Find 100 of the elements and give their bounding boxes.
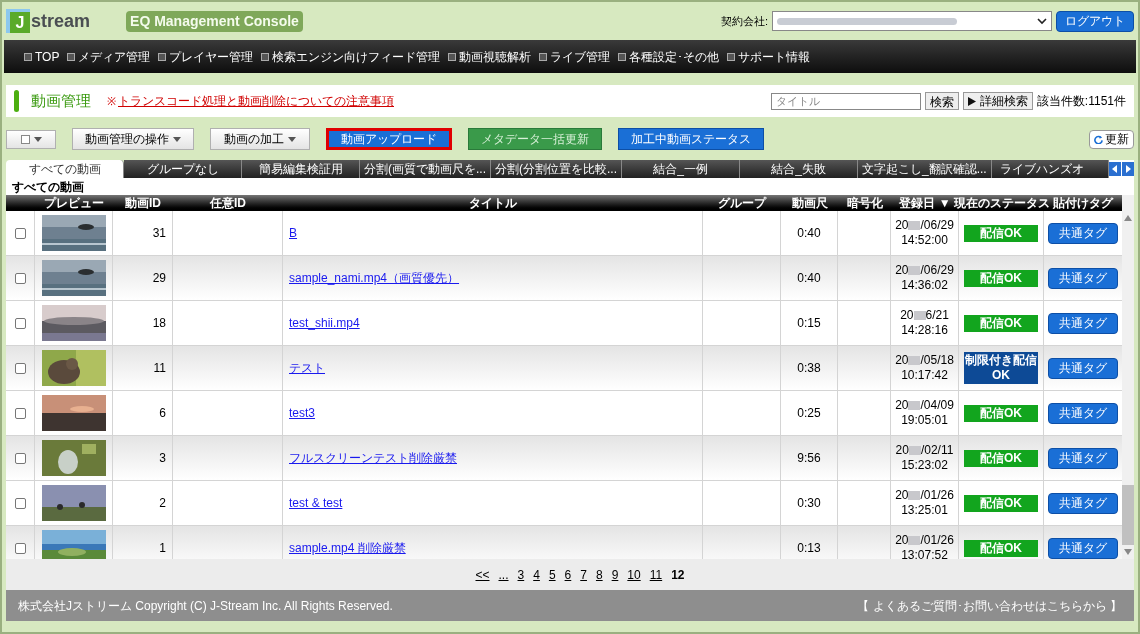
contract-label: 契約会社:	[720, 13, 768, 29]
title-link[interactable]: test3	[289, 404, 315, 422]
row-checkbox[interactable]	[14, 227, 26, 239]
status-badge: 配信OK	[964, 449, 1038, 467]
title-link[interactable]: test_shii.mp4	[289, 314, 360, 332]
toolbar-button[interactable]: 動画の加工	[210, 128, 310, 150]
tab[interactable]: 簡易編集検証用	[242, 160, 360, 178]
row-checkbox[interactable]	[14, 452, 26, 464]
column-header[interactable]: 任意ID	[210, 195, 246, 212]
date-start: 20	[895, 443, 909, 458]
page-link[interactable]: 6	[564, 565, 572, 584]
nav-bullet-icon	[24, 52, 32, 61]
page-link[interactable]: ...	[498, 565, 509, 584]
row-checkbox[interactable]	[14, 407, 26, 419]
scrollbar-thumb[interactable]	[1122, 485, 1134, 545]
nav-bullet-icon	[727, 52, 736, 61]
date-end: /05/18	[920, 353, 954, 368]
date-start: 20	[895, 398, 909, 413]
scrollbar[interactable]	[1122, 195, 1134, 559]
scroll-up-icon[interactable]	[1124, 215, 1132, 221]
contract-select[interactable]	[772, 11, 1052, 31]
tag-button[interactable]: 共通タグ	[1048, 312, 1118, 334]
tab[interactable]: 文字起こし_翻訳確認...	[858, 160, 992, 178]
select-all-dropdown[interactable]	[6, 129, 56, 149]
notice-link[interactable]: トランスコード処理と動画削除についての注意事項	[118, 92, 394, 110]
tag-button[interactable]: 共通タグ	[1048, 447, 1118, 469]
page-link[interactable]: 7	[580, 565, 587, 584]
column-header[interactable]: 暗号化	[846, 195, 883, 212]
tag-button[interactable]: 共通タグ	[1048, 402, 1118, 424]
page-link[interactable]: 10	[627, 565, 641, 584]
blurred-year-icon	[908, 401, 921, 410]
row-checkbox[interactable]	[14, 362, 26, 374]
nav-bullet-icon	[67, 52, 76, 61]
page-link[interactable]: 5	[548, 565, 556, 584]
date-end: /01/26	[920, 488, 954, 503]
nav-item[interactable]: 動画視聴解析	[459, 47, 532, 66]
toolbar-button[interactable]: 動画管理の操作	[72, 128, 194, 150]
row-checkbox[interactable]	[14, 272, 26, 284]
time: 15:23:02	[901, 458, 948, 473]
column-header[interactable]: 貼付けタグ	[1053, 195, 1113, 212]
time: 19:05:01	[901, 413, 948, 428]
nav-item[interactable]: ライブ管理	[550, 47, 611, 66]
search-button[interactable]: 検索	[924, 92, 959, 110]
nav-item[interactable]: プレイヤー管理	[169, 47, 254, 66]
column-header[interactable]: プレビュー	[44, 195, 104, 212]
tab[interactable]: グループなし	[124, 160, 242, 178]
scroll-right-icon[interactable]	[1122, 162, 1134, 176]
date-end: /06/29	[920, 263, 954, 278]
column-header[interactable]: 動画ID	[125, 195, 161, 212]
advanced-search-button[interactable]: 詳細検索	[962, 92, 1033, 110]
blurred-year-icon	[908, 536, 921, 545]
column-header[interactable]: タイトル	[469, 195, 517, 212]
scroll-left-icon[interactable]	[1109, 162, 1121, 176]
scroll-down-icon[interactable]	[1124, 549, 1132, 555]
title-link[interactable]: B	[289, 224, 297, 242]
title-search-field[interactable]: タイトル	[770, 92, 921, 110]
tab[interactable]: 分割(画質で動画尺を...	[360, 160, 491, 178]
page-link[interactable]: 11	[649, 565, 663, 584]
nav-bullet-icon	[448, 52, 457, 61]
column-header[interactable]: グループ	[718, 195, 766, 212]
tag-button[interactable]: 共通タグ	[1048, 222, 1118, 244]
column-header[interactable]: 動画尺	[791, 195, 828, 212]
tab[interactable]: 結合_一例	[622, 160, 740, 178]
tab[interactable]: すべての動画	[6, 160, 124, 178]
page-link[interactable]: 12	[671, 565, 685, 584]
nav-item[interactable]: 各種設定･その他	[629, 47, 720, 66]
nav-item[interactable]: 検索エンジン向けフィード管理	[272, 47, 441, 66]
tab[interactable]: 結合_失敗	[740, 160, 858, 178]
title-link[interactable]: sample.mp4 削除厳禁	[289, 539, 406, 557]
nav-item[interactable]: サポート情報	[738, 47, 811, 66]
page-link[interactable]: 8	[595, 565, 603, 584]
row-checkbox[interactable]	[14, 542, 26, 554]
toolbar-button[interactable]: 動画アップロード	[326, 128, 452, 150]
row-checkbox[interactable]	[14, 317, 26, 329]
column-header[interactable]: 登録日 ▼	[899, 195, 951, 212]
page-link[interactable]: <<	[475, 565, 490, 584]
tab[interactable]: ライブハンズオ	[991, 160, 1109, 178]
tag-button[interactable]: 共通タグ	[1048, 492, 1118, 514]
nav-item[interactable]: TOP	[35, 47, 60, 66]
date-start: 20	[895, 218, 909, 233]
refresh-button[interactable]: 更新	[1089, 129, 1134, 149]
logout-button[interactable]: ログアウト	[1056, 10, 1134, 32]
page-link[interactable]: 3	[517, 565, 525, 584]
copyright: 株式会社Jストリーム Copyright (C) J-Stream Inc. All Rights Reserved.	[18, 597, 393, 615]
title-link[interactable]: テスト	[289, 359, 325, 377]
page-link[interactable]: 4	[533, 565, 540, 584]
column-header[interactable]: 現在のステータス	[953, 195, 1050, 212]
date-start: 20	[895, 533, 909, 548]
nav-item[interactable]: メディア管理	[78, 47, 151, 66]
tag-button[interactable]: 共通タグ	[1048, 357, 1118, 379]
tab[interactable]: 分割(分割位置を比較...	[491, 160, 622, 178]
title-link[interactable]: フルスクリーンテスト削除厳禁	[289, 449, 457, 467]
refresh-icon	[1094, 134, 1103, 144]
title-link[interactable]: test & test	[289, 494, 343, 512]
row-checkbox[interactable]	[14, 497, 26, 509]
toolbar-button[interactable]: 加工中動画ステータス	[618, 128, 764, 150]
tag-button[interactable]: 共通タグ	[1048, 537, 1118, 559]
page-link[interactable]: 9	[611, 565, 619, 584]
title-link[interactable]: sample_nami.mp4（画質優先）	[289, 269, 460, 287]
tag-button[interactable]: 共通タグ	[1048, 267, 1118, 289]
